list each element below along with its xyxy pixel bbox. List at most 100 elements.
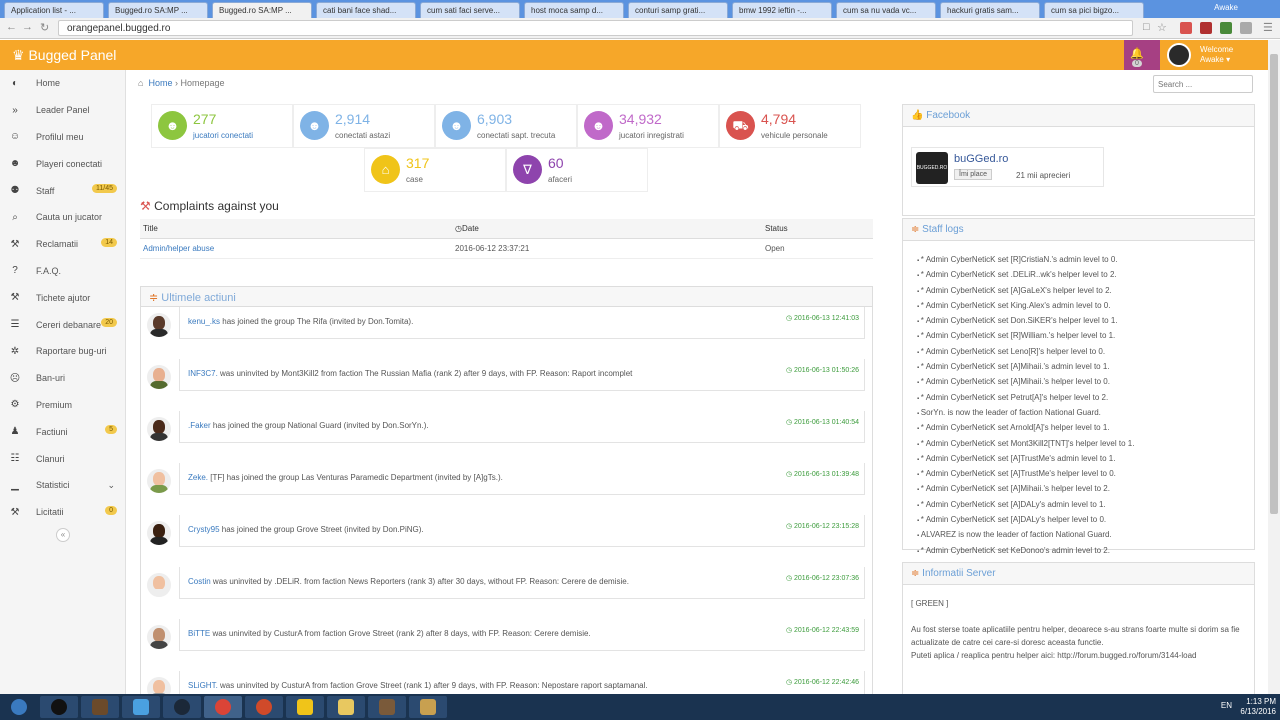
taskbar-app[interactable] bbox=[40, 696, 78, 718]
browser-tab[interactable]: cati bani face shad... bbox=[316, 2, 416, 18]
steam-icon bbox=[174, 699, 190, 715]
sidebar-item-premium[interactable]: ⚙ Premium bbox=[0, 392, 125, 419]
player-name-link[interactable]: SLiGHT. bbox=[188, 681, 218, 690]
browser-tab[interactable]: Bugged.ro SA:MP ... bbox=[212, 2, 312, 18]
taskbar-app[interactable] bbox=[327, 696, 365, 718]
player-name-link[interactable]: INF3C7. bbox=[188, 369, 218, 378]
facebook-widget[interactable]: BUGGED.RO buGGed.ro Îmi place 21 mii apr… bbox=[911, 147, 1104, 187]
stat-card: ⌂ 317 case bbox=[364, 148, 506, 192]
stat-value: 60 bbox=[548, 155, 564, 171]
adblock-icon[interactable] bbox=[1180, 22, 1192, 34]
sidebar-collapse-button[interactable]: « bbox=[56, 528, 70, 542]
star-icon[interactable]: ☆ bbox=[1157, 21, 1167, 34]
sitemap-icon: ☷ bbox=[10, 453, 20, 465]
sidebar-item-leader-panel[interactable]: » Leader Panel bbox=[0, 97, 125, 124]
forward-icon[interactable]: → bbox=[22, 21, 33, 33]
breadcrumb-home[interactable]: Home bbox=[148, 78, 172, 88]
extension-icon[interactable] bbox=[1220, 22, 1232, 34]
extension-icon[interactable] bbox=[1240, 22, 1252, 34]
action-time: ◷ 2016-06-12 22:42:46 bbox=[785, 679, 859, 686]
browser-tab[interactable]: cum sati faci serve... bbox=[420, 2, 520, 18]
facebook-page-name[interactable]: buGGed.ro bbox=[954, 153, 1008, 165]
url-input[interactable]: orangepanel.bugged.ro bbox=[58, 20, 1133, 36]
avatar bbox=[147, 469, 171, 493]
search-input[interactable] bbox=[1153, 75, 1253, 93]
scrollbar-thumb[interactable] bbox=[1270, 54, 1278, 514]
player-name-link[interactable]: Crysty95 bbox=[188, 525, 220, 534]
clock-icon: ◷ bbox=[785, 315, 794, 322]
rss-icon: ≑ bbox=[911, 224, 920, 235]
sidebar-item-reclamatii[interactable]: ⚒ Reclamatii 14 bbox=[0, 231, 125, 258]
sidebar-item-factiuni[interactable]: ♟ Factiuni 5 bbox=[0, 418, 125, 445]
sidebar-badge: 14 bbox=[101, 237, 117, 247]
taskbar-app[interactable] bbox=[286, 696, 324, 718]
sidebar-item-home[interactable]: ◐ Home bbox=[0, 70, 125, 97]
player-name-link[interactable]: Zeke. bbox=[188, 473, 208, 482]
start-button[interactable] bbox=[0, 696, 38, 718]
column-header[interactable]: ◷Date bbox=[452, 219, 762, 239]
browser-tab[interactable]: conturi samp grati... bbox=[628, 2, 728, 18]
browser-tab[interactable]: Application list - ... bbox=[4, 2, 104, 18]
taskbar-app[interactable] bbox=[368, 696, 406, 718]
sidebar-item-label: F.A.Q. bbox=[36, 265, 62, 276]
home-icon: ⌂ bbox=[138, 78, 144, 88]
browser-tab[interactable]: hackuri gratis sam... bbox=[940, 2, 1040, 18]
sidebar-item-statistici[interactable]: ▁ Statistici ⌄ bbox=[0, 472, 125, 499]
scrollbar[interactable] bbox=[1268, 40, 1280, 694]
taskbar-app[interactable] bbox=[409, 696, 447, 718]
complaint-link[interactable]: Admin/helper abuse bbox=[143, 244, 214, 253]
browser-tab[interactable]: cum sa nu vada vc... bbox=[836, 2, 936, 18]
sidebar-item-cauta-un-jucator[interactable]: ⌕ Cauta un jucator bbox=[0, 204, 125, 231]
taskbar-app[interactable] bbox=[245, 696, 283, 718]
user-menu[interactable]: Welcome Awake ▾ bbox=[1200, 45, 1233, 65]
stat-label[interactable]: jucatori conectati bbox=[193, 131, 253, 140]
player-name-link[interactable]: kenu_.ks bbox=[188, 317, 220, 326]
sidebar-item-licitatii[interactable]: ⚒ Licitatii 0 bbox=[0, 499, 125, 526]
facebook-like-button[interactable]: Îmi place bbox=[954, 169, 993, 180]
sidebar-item-staff[interactable]: ⚉ Staff 11/45 bbox=[0, 177, 125, 204]
clock[interactable]: 1:13 PM 6/13/2016 bbox=[1240, 697, 1276, 717]
taskbar-app[interactable] bbox=[163, 696, 201, 718]
back-icon[interactable]: ← bbox=[6, 21, 17, 33]
taskbar-app[interactable] bbox=[122, 696, 160, 718]
sidebar-item-label: Tichete ajutor bbox=[36, 292, 91, 303]
complaint-status: Open bbox=[762, 238, 873, 259]
sidebar-item-playeri-conectati[interactable]: ☻ Playeri conectati bbox=[0, 150, 125, 177]
sidebar-item-cereri-debanare[interactable]: ☰ Cereri debanare 20 bbox=[0, 311, 125, 338]
glass-icon: ∇ bbox=[513, 155, 542, 184]
brand[interactable]: ♛ Bugged Panel bbox=[12, 47, 116, 64]
bell-icon: 🔔 bbox=[1130, 48, 1144, 60]
sidebar-item-raportare-bug-uri[interactable]: ✲ Raportare bug-uri bbox=[0, 338, 125, 365]
sidebar-item-f-a-q-[interactable]: ? F.A.Q. bbox=[0, 258, 125, 285]
avatar[interactable] bbox=[1167, 43, 1191, 67]
browser-tab[interactable]: cum sa pici bigzo... bbox=[1044, 2, 1144, 18]
panel-header: 👍 Facebook bbox=[903, 105, 1254, 127]
browser-tab[interactable]: host moca samp d... bbox=[524, 2, 624, 18]
player-name-link[interactable]: .Faker bbox=[188, 421, 211, 430]
sidebar-item-label: Cereri debanare bbox=[36, 319, 102, 330]
app-icon bbox=[420, 699, 436, 715]
column-header[interactable]: Title bbox=[140, 219, 452, 239]
taskbar-app[interactable] bbox=[81, 696, 119, 718]
tray-language[interactable]: EN bbox=[1221, 701, 1232, 710]
staff-logs-panel: ≑ Staff logs ▪ * Admin CyberNeticK set [… bbox=[902, 218, 1255, 555]
sidebar-item-profilul-meu[interactable]: ☺ Profilul meu bbox=[0, 124, 125, 151]
sidebar-item-ban-uri[interactable]: ☹ Ban-uri bbox=[0, 365, 125, 392]
menu-icon[interactable]: ☰ bbox=[1263, 21, 1273, 34]
notifications-button[interactable]: 🔔0 bbox=[1124, 40, 1160, 70]
browser-tab[interactable]: Bugged.ro SA:MP ... bbox=[108, 2, 208, 18]
info-text: Puteti aplica / reaplica pentru helper a… bbox=[911, 651, 1197, 660]
player-name-link[interactable]: BiTTE bbox=[188, 629, 210, 638]
facebook-like-count: 21 mii aprecieri bbox=[1016, 171, 1071, 180]
browser-tab[interactable]: bmw 1992 ieftin -... bbox=[732, 2, 832, 18]
translate-icon[interactable]: □ bbox=[1143, 21, 1150, 33]
extension-icon[interactable] bbox=[1200, 22, 1212, 34]
taskbar-app[interactable] bbox=[204, 696, 242, 718]
reload-icon[interactable]: ↻ bbox=[40, 21, 49, 34]
sidebar-badge: 11/45 bbox=[92, 184, 117, 194]
player-name-link[interactable]: Costin bbox=[188, 577, 211, 586]
sidebar-item-tichete-ajutor[interactable]: ⚒ Tichete ajutor bbox=[0, 284, 125, 311]
sidebar-item-clanuri[interactable]: ☷ Clanuri bbox=[0, 445, 125, 472]
column-header[interactable]: Status bbox=[762, 219, 873, 239]
stat-value: 6,903 bbox=[477, 111, 513, 127]
